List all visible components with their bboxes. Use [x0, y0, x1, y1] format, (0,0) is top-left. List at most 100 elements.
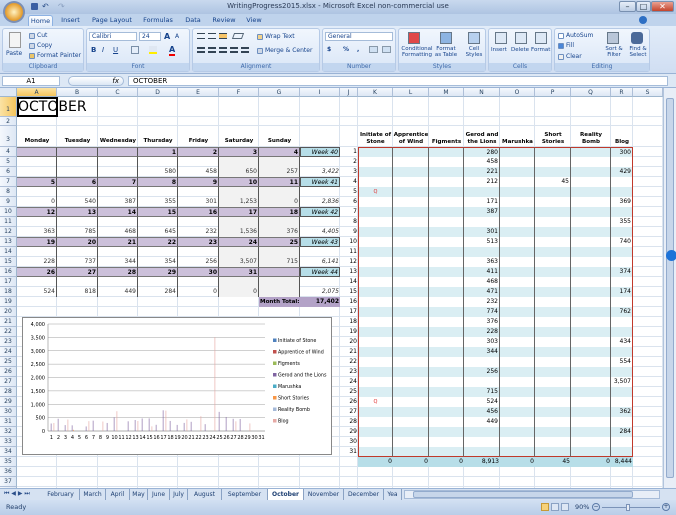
column-header-P[interactable]: P [535, 88, 571, 97]
tracker-cell[interactable] [393, 277, 429, 287]
tracker-cell[interactable]: 232 [464, 297, 500, 307]
tracker-cell[interactable] [500, 447, 535, 457]
count-spacer-cell[interactable] [98, 217, 138, 227]
count-spacer-cell[interactable] [178, 157, 219, 167]
tracker-cell[interactable] [571, 347, 611, 357]
tracker-cell[interactable] [535, 437, 571, 447]
tracker-day[interactable]: 31 [340, 447, 358, 457]
row-header-22[interactable]: 22 [0, 327, 17, 337]
tracker-cell[interactable]: 458 [464, 157, 500, 167]
sheet-tab-august[interactable]: August [188, 489, 222, 500]
row-header-18[interactable]: 18 [0, 287, 17, 297]
tracker-cell[interactable] [571, 407, 611, 417]
vertical-scrollbar[interactable] [663, 88, 676, 488]
date-cell[interactable]: 8 [138, 177, 178, 187]
h-scroll-thumb[interactable] [413, 491, 633, 498]
count-spacer-cell[interactable] [219, 277, 259, 287]
row-header-36[interactable]: 36 [0, 467, 17, 477]
sheet-tab-november[interactable]: November [304, 489, 344, 500]
tracker-cell[interactable] [611, 207, 633, 217]
count-spacer-cell[interactable] [17, 217, 57, 227]
date-cell[interactable]: 25 [259, 237, 300, 247]
tracker-cell[interactable] [535, 337, 571, 347]
word-count-cell[interactable]: 0 [17, 197, 57, 207]
week-label[interactable]: Week 40 [300, 147, 340, 157]
tracker-cell[interactable] [500, 327, 535, 337]
page-layout-view-button[interactable] [551, 503, 559, 511]
worksheet-grid[interactable]: A B C D E F G I J K L M N O P Q R S 1 2 3 4 5 6 7 8 9 10 11 12 13 14 15 1… [0, 88, 663, 488]
tracker-cell[interactable] [571, 207, 611, 217]
column-header-G[interactable]: G [259, 88, 300, 97]
tracker-cell[interactable] [393, 387, 429, 397]
tracker-cell[interactable] [393, 167, 429, 177]
count-spacer-cell[interactable] [138, 187, 178, 197]
tracker-cell[interactable] [571, 437, 611, 447]
count-spacer-cell[interactable] [98, 247, 138, 257]
tracker-cell[interactable] [500, 417, 535, 427]
tracker-day[interactable]: 19 [340, 327, 358, 337]
tracker-cell[interactable] [429, 437, 464, 447]
format-cells-button[interactable]: Format [531, 47, 550, 53]
tracker-cell[interactable]: 762 [611, 307, 633, 317]
month-total-label[interactable]: Month Total: [259, 297, 300, 307]
maximize-button[interactable]: □ [636, 1, 651, 12]
column-header-N[interactable]: N [464, 88, 500, 97]
tracker-cell[interactable] [571, 357, 611, 367]
word-count-cell[interactable]: 376 [259, 227, 300, 237]
office-button[interactable] [3, 1, 25, 23]
font-name-select[interactable]: Calibri [89, 32, 137, 41]
word-count-cell[interactable]: 284 [138, 287, 178, 297]
minimize-button[interactable]: – [619, 1, 636, 12]
date-cell[interactable]: 4 [259, 147, 300, 157]
tracker-day[interactable]: 11 [340, 247, 358, 257]
word-count-cell[interactable]: 0 [259, 197, 300, 207]
tracker-cell[interactable] [358, 287, 393, 297]
tracker-cell[interactable] [393, 237, 429, 247]
tracker-cell[interactable]: 456 [464, 407, 500, 417]
row-header-7[interactable]: 7 [0, 177, 17, 187]
tracker-cell[interactable] [571, 277, 611, 287]
borders-icon[interactable] [131, 46, 139, 54]
tracker-cell[interactable] [611, 327, 633, 337]
tracker-cell[interactable] [500, 247, 535, 257]
tracker-day[interactable]: 26 [340, 397, 358, 407]
tracker-cell[interactable] [393, 357, 429, 367]
date-cell[interactable]: 10 [219, 177, 259, 187]
tracker-cell[interactable] [571, 447, 611, 457]
row-header-32[interactable]: 32 [0, 427, 17, 437]
word-count-cell[interactable]: 540 [57, 197, 98, 207]
tracker-cell[interactable]: 429 [611, 167, 633, 177]
tracker-cell[interactable] [611, 317, 633, 327]
tracker-cell[interactable] [358, 217, 393, 227]
tracker-day[interactable]: 8 [340, 217, 358, 227]
tracker-cell[interactable] [429, 337, 464, 347]
tracker-cell[interactable] [358, 347, 393, 357]
select-all-button[interactable] [0, 88, 17, 97]
tracker-day[interactable]: 2 [340, 157, 358, 167]
sheet-tab-march[interactable]: March [80, 489, 106, 500]
tracker-cell[interactable] [500, 307, 535, 317]
tracker-cell[interactable] [535, 167, 571, 177]
tracker-cell[interactable] [571, 177, 611, 187]
tracker-day[interactable]: 27 [340, 407, 358, 417]
tracker-cell[interactable] [429, 257, 464, 267]
tracker-cell[interactable]: 434 [611, 337, 633, 347]
tracker-cell[interactable] [358, 307, 393, 317]
comma-button[interactable]: , [357, 46, 359, 53]
tracker-day[interactable]: 3 [340, 167, 358, 177]
row-header-37[interactable]: 37 [0, 477, 17, 487]
word-count-cell[interactable]: 468 [98, 227, 138, 237]
row-header-11[interactable]: 11 [0, 217, 17, 227]
tracker-cell[interactable] [500, 387, 535, 397]
count-spacer-cell[interactable] [259, 187, 300, 197]
tracker-cell[interactable] [393, 217, 429, 227]
tracker-cell[interactable] [535, 357, 571, 367]
tracker-cell[interactable] [358, 387, 393, 397]
tracker-cell[interactable]: 774 [464, 307, 500, 317]
tracker-cell[interactable] [500, 397, 535, 407]
tracker-cell[interactable] [393, 377, 429, 387]
count-spacer-cell[interactable] [178, 217, 219, 227]
tracker-cell[interactable] [429, 417, 464, 427]
tracker-cell[interactable] [535, 427, 571, 437]
column-header-B[interactable]: B [57, 88, 98, 97]
